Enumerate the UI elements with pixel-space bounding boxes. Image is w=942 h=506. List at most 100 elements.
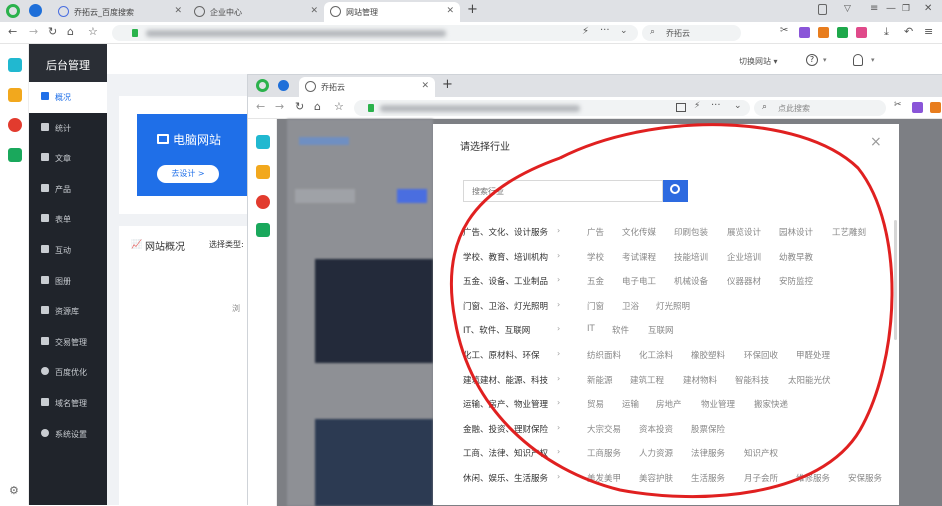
industry-subcategory[interactable]: 五金	[587, 275, 604, 287]
browser-logo-icon[interactable]	[256, 79, 269, 92]
industry-subcategory[interactable]: 资本投资	[639, 423, 673, 435]
industry-subcategory[interactable]: 环保回收	[744, 349, 778, 361]
industry-subcategory[interactable]: 展览设计	[727, 226, 761, 238]
industry-subcategory[interactable]: 幼教早教	[779, 251, 813, 263]
more-icon[interactable]: ···	[600, 25, 610, 36]
bookmark-icon[interactable]: ☆	[88, 25, 98, 38]
nav-seo[interactable]: 百度优化	[29, 357, 107, 388]
close-icon[interactable]: ×	[870, 134, 882, 150]
industry-subcategory[interactable]: 甲醛处理	[796, 349, 830, 361]
minimize-icon[interactable]: —	[886, 3, 896, 14]
industry-subcategory[interactable]: 贸易	[587, 398, 604, 410]
menu-icon[interactable]: ≡	[924, 25, 933, 38]
shield-icon[interactable]	[278, 80, 289, 91]
industry-subcategory[interactable]: 企业培训	[727, 251, 761, 263]
tab-enterprise[interactable]: 企业中心 ✕	[188, 2, 324, 22]
back-icon[interactable]: ←	[8, 25, 17, 38]
industry-subcategory[interactable]: 人力资源	[639, 447, 673, 459]
industry-subcategory[interactable]: 机械设备	[674, 275, 708, 287]
industry-subcategory[interactable]: 考试课程	[622, 251, 656, 263]
mail-icon[interactable]	[8, 148, 22, 162]
menu-icon[interactable]: ≡	[870, 3, 878, 14]
industry-subcategory[interactable]: 卫浴	[622, 300, 639, 312]
industry-category[interactable]: 化工、原材料、环保	[463, 349, 540, 361]
industry-subcategory[interactable]: 建材物料	[683, 374, 717, 386]
industry-subcategory[interactable]: 广告	[587, 226, 604, 238]
industry-category[interactable]: IT、软件、互联网	[463, 324, 530, 336]
extension-game-icon[interactable]	[856, 27, 867, 38]
industry-subcategory[interactable]: 建筑工程	[630, 374, 664, 386]
undo-icon[interactable]: ↶	[904, 25, 913, 38]
extension-game-icon[interactable]	[930, 102, 941, 113]
scissors-icon[interactable]: ✂	[894, 100, 902, 110]
modal-scrollbar[interactable]	[894, 220, 897, 340]
nav-settings[interactable]: 系统设置	[29, 419, 107, 450]
extension-green-icon[interactable]	[837, 27, 848, 38]
industry-subcategory[interactable]: 学校	[587, 251, 604, 263]
star-icon[interactable]	[8, 88, 22, 102]
industry-subcategory[interactable]: 门窗	[587, 300, 604, 312]
chevron-down-icon[interactable]: ⌄	[734, 101, 742, 111]
industry-subcategory[interactable]: 房地产	[656, 398, 682, 410]
new-tab-button[interactable]: +	[442, 77, 453, 92]
reload-icon[interactable]: ↻	[48, 25, 57, 38]
new-tab-button[interactable]: +	[467, 2, 478, 17]
browser-search[interactable]: ⌕ 乔拓云	[642, 25, 741, 41]
industry-subcategory[interactable]: 印刷包装	[674, 226, 708, 238]
nav-gallery[interactable]: 图册	[29, 266, 107, 297]
industry-subcategory[interactable]: IT	[587, 324, 595, 334]
tab-baidu[interactable]: 乔拓云_百度搜索 ✕	[52, 2, 188, 22]
home-icon[interactable]: ⌂	[67, 25, 74, 38]
industry-category[interactable]: 休闲、娱乐、生活服务	[463, 472, 548, 484]
mail-icon[interactable]	[256, 223, 270, 237]
industry-subcategory[interactable]: 生活服务	[691, 472, 725, 484]
reload-icon[interactable]: ↻	[295, 100, 304, 113]
more-icon[interactable]: ···	[711, 100, 721, 111]
flash-icon[interactable]: ⚡	[582, 26, 589, 37]
industry-subcategory[interactable]: 维修服务	[796, 472, 830, 484]
industry-category[interactable]: 金融、投资、理财保险	[463, 423, 548, 435]
restore-icon[interactable]: ❐	[902, 4, 910, 14]
industry-category[interactable]: 学校、教育、培训机构	[463, 251, 548, 263]
back-icon[interactable]: ←	[256, 100, 265, 113]
industry-subcategory[interactable]: 互联网	[648, 324, 674, 336]
bookmark-icon[interactable]: ☆	[334, 100, 344, 113]
close-icon[interactable]: ✕	[421, 81, 429, 91]
skin-icon[interactable]: ▽	[844, 4, 851, 14]
weibo-icon[interactable]	[8, 118, 22, 132]
industry-subcategory[interactable]: 工商服务	[587, 447, 621, 459]
industry-subcategory[interactable]: 新能源	[587, 374, 613, 386]
pc-site-card[interactable]: 电脑网站 去设计 >	[137, 114, 249, 196]
industry-subcategory[interactable]: 软件	[612, 324, 629, 336]
industry-subcategory[interactable]: 太阳能光伏	[788, 374, 831, 386]
industry-category[interactable]: 运输、房产、物业管理	[463, 398, 548, 410]
nav-interaction[interactable]: 互动	[29, 235, 107, 266]
industry-subcategory[interactable]: 技能培训	[674, 251, 708, 263]
industry-subcategory[interactable]: 美容护肤	[639, 472, 673, 484]
translate-icon[interactable]	[8, 58, 22, 72]
industry-subcategory[interactable]: 化工涂料	[639, 349, 673, 361]
star-icon[interactable]	[256, 165, 270, 179]
industry-search-button[interactable]	[663, 180, 688, 202]
shield-icon[interactable]	[29, 4, 42, 17]
browser-logo-icon[interactable]	[6, 4, 20, 18]
industry-category[interactable]: 五金、设备、工业制品	[463, 275, 548, 287]
chevron-down-icon[interactable]: ⌄	[620, 26, 628, 36]
tab-qiaotuoyun[interactable]: 乔拓云 ✕	[299, 77, 435, 97]
industry-subcategory[interactable]: 灯光照明	[656, 300, 690, 312]
industry-category[interactable]: 门窗、卫浴、灯光照明	[463, 300, 548, 312]
nav-resources[interactable]: 资源库	[29, 296, 107, 327]
close-icon[interactable]: ✕	[310, 6, 318, 16]
industry-subcategory[interactable]: 运输	[622, 398, 639, 410]
nav-overview[interactable]: 概况	[29, 82, 107, 113]
industry-search-input[interactable]	[463, 180, 663, 202]
industry-category[interactable]: 工商、法律、知识产权	[463, 447, 548, 459]
industry-subcategory[interactable]: 月子会所	[744, 472, 778, 484]
browser2-search[interactable]: ⌕ 点此搜索	[754, 100, 886, 116]
industry-subcategory[interactable]: 大宗交易	[587, 423, 621, 435]
close-icon[interactable]: ✕	[446, 6, 454, 16]
industry-subcategory[interactable]: 安防监控	[779, 275, 813, 287]
industry-category[interactable]: 建筑建材、能源、科技	[463, 374, 548, 386]
tab-site-manage[interactable]: 网站管理 ✕	[324, 2, 460, 22]
industry-subcategory[interactable]: 纺织面料	[587, 349, 621, 361]
